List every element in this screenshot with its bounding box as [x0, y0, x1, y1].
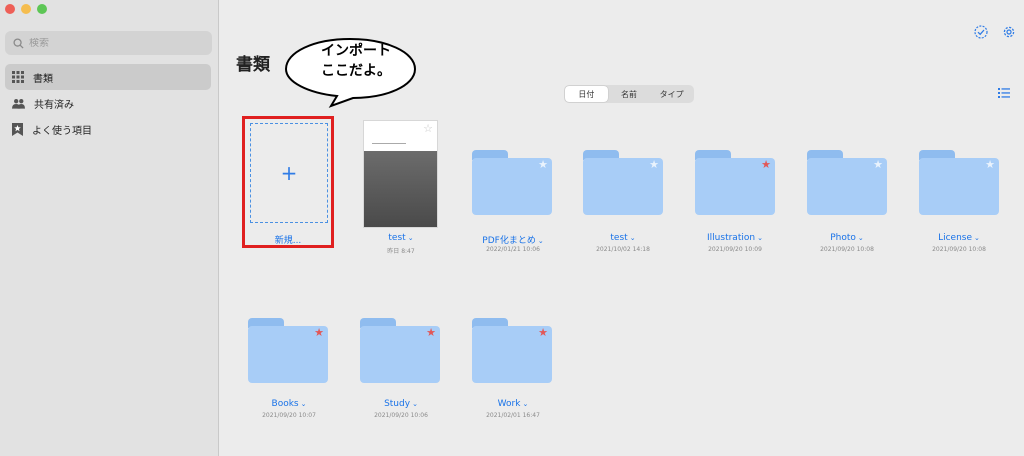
folder-item-test[interactable]: ★ test ⌄ 2021/10/02 14:18	[567, 150, 679, 258]
sort-by-date-tab[interactable]: 日付	[565, 86, 608, 102]
folder-item-illustration[interactable]: ★ Illustration ⌄ 2021/09/20 10:09	[679, 150, 791, 258]
folder-date: 2021/09/20 10:09	[708, 246, 762, 253]
chevron-down-icon: ⌄	[857, 234, 864, 242]
sidebar-item-favorites[interactable]: よく使う項目	[5, 116, 211, 142]
sidebar-item-label: 書類	[33, 73, 53, 85]
folder-date: 2021/09/20 10:08	[820, 246, 874, 253]
sort-by-type-tab[interactable]: タイプ	[650, 86, 693, 102]
search-bar[interactable]	[5, 31, 212, 55]
bookmark-star-icon	[12, 122, 23, 136]
sidebar: 書類 共有済み よく使う項目	[0, 0, 219, 456]
plus-icon: +	[280, 161, 298, 185]
people-icon	[12, 98, 25, 109]
folder-item-pdf-matome[interactable]: ★ PDF化まとめ ⌄ 2022/01/21 10:06	[457, 150, 569, 258]
sidebar-item-shared[interactable]: 共有済み	[5, 90, 211, 116]
document-date: 昨日 8:47	[387, 248, 415, 255]
chevron-down-icon: ⌄	[300, 400, 307, 408]
folder-icon: ★	[248, 318, 328, 384]
star-icon: ★	[538, 326, 548, 339]
import-callout: インポート ここだよ。	[283, 36, 418, 108]
chevron-down-icon: ⌄	[407, 234, 414, 242]
sidebar-item-label: 共有済み	[34, 99, 74, 111]
folder-name: test ⌄	[610, 233, 636, 243]
select-check-icon[interactable]	[974, 25, 988, 39]
folder-icon: ★	[472, 318, 552, 384]
star-icon: ★	[314, 326, 324, 339]
folder-name: Books ⌄	[271, 399, 307, 409]
folder-name: Work ⌄	[497, 399, 529, 409]
folder-icon: ★	[807, 150, 887, 216]
folder-date: 2021/09/20 10:07	[262, 412, 316, 419]
star-icon: ★	[649, 158, 659, 171]
search-input[interactable]	[29, 37, 189, 49]
list-view-icon[interactable]	[998, 88, 1010, 98]
sidebar-item-label: よく使う項目	[32, 125, 92, 137]
folder-date: 2022/01/21 10:06	[486, 246, 540, 253]
folder-name: Photo ⌄	[830, 233, 864, 243]
callout-text: インポート ここだよ。	[321, 43, 391, 79]
document-name: test ⌄	[388, 233, 414, 243]
folder-name: Illustration ⌄	[707, 233, 763, 243]
folder-icon: ★	[695, 150, 775, 216]
folder-date: 2021/10/02 14:18	[596, 246, 650, 253]
folder-item-license[interactable]: ★ License ⌄ 2021/09/20 10:08	[903, 150, 1015, 258]
folder-name: License ⌄	[938, 233, 980, 243]
window-controls	[5, 4, 47, 14]
page-title: 書類	[236, 55, 270, 75]
document-thumbnail[interactable]: ☆	[363, 120, 438, 228]
sort-control: 日付 名前 タイプ	[564, 85, 694, 103]
folder-item-books[interactable]: ★ Books ⌄ 2021/09/20 10:07	[233, 318, 345, 423]
folder-icon: ★	[919, 150, 999, 216]
star-icon: ★	[538, 158, 548, 171]
folder-item-work[interactable]: ★ Work ⌄ 2021/02/01 16:47	[457, 318, 569, 423]
folder-date: 2021/09/20 10:06	[374, 412, 428, 419]
document-preview-line	[372, 143, 406, 144]
chevron-down-icon: ⌄	[412, 400, 418, 408]
folder-icon: ★	[360, 318, 440, 384]
folder-item-study[interactable]: ★ Study ⌄ 2021/09/20 10:06	[345, 318, 457, 423]
chevron-down-icon: ⌄	[757, 234, 763, 242]
close-window-button[interactable]	[5, 4, 15, 14]
zoom-window-button[interactable]	[37, 4, 47, 14]
star-icon: ★	[873, 158, 883, 171]
folder-date: 2021/02/01 16:47	[486, 412, 540, 419]
chevron-down-icon: ⌄	[522, 400, 529, 408]
toolbar-icons	[974, 25, 1016, 39]
folder-icon: ★	[472, 150, 552, 216]
gear-icon[interactable]	[1002, 25, 1016, 39]
new-document-area[interactable]: +	[250, 123, 328, 223]
folder-date: 2021/09/20 10:08	[932, 246, 986, 253]
star-icon: ★	[985, 158, 995, 171]
search-icon	[13, 37, 24, 49]
grid-icon	[12, 71, 24, 83]
folder-name: Study ⌄	[384, 399, 418, 409]
minimize-window-button[interactable]	[21, 4, 31, 14]
star-outline-icon[interactable]: ☆	[423, 122, 433, 135]
main-content: 書類 日付 名前 タイプ + 新規... ☆ test ⌄ 昨日 8:47 ★ P…	[220, 0, 1024, 456]
star-icon: ★	[761, 158, 771, 171]
folder-name: PDF化まとめ ⌄	[482, 236, 544, 246]
document-preview-image	[364, 151, 437, 227]
new-document-button[interactable]: + 新規...	[242, 116, 334, 248]
new-document-label: 新規...	[274, 236, 302, 246]
sort-by-name-tab[interactable]: 名前	[608, 86, 651, 102]
chevron-down-icon: ⌄	[974, 234, 980, 242]
folder-item-photo[interactable]: ★ Photo ⌄ 2021/09/20 10:08	[791, 150, 903, 258]
chevron-down-icon: ⌄	[629, 234, 636, 242]
chevron-down-icon: ⌄	[537, 237, 544, 245]
sidebar-item-documents[interactable]: 書類	[5, 64, 211, 90]
folder-icon: ★	[583, 150, 663, 216]
star-icon: ★	[426, 326, 436, 339]
document-item-test[interactable]: test ⌄ 昨日 8:47	[345, 233, 457, 257]
